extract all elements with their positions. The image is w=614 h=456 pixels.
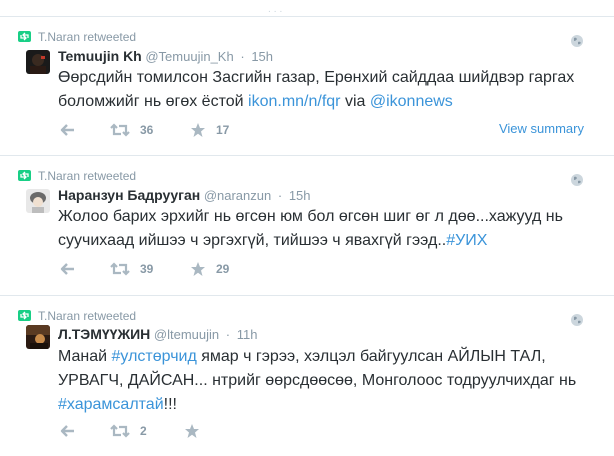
favorite-button[interactable]: 17	[190, 121, 229, 139]
separator-dot: ·	[225, 327, 231, 342]
retweet-icon	[110, 424, 130, 438]
reply-button[interactable]	[60, 422, 76, 440]
favorite-count: 17	[216, 123, 230, 137]
tweet-header: Наранзун Бадрууган @naranzun · 15h	[58, 187, 311, 203]
hashtag-link[interactable]: #УИХ	[446, 232, 487, 249]
retweet-context: T.Naran retweeted	[18, 169, 136, 183]
tweet-actions: 2	[58, 422, 598, 442]
retweet-icon	[110, 123, 130, 137]
reply-button[interactable]	[60, 121, 76, 139]
retweet-button[interactable]: 2	[110, 422, 147, 440]
favorite-count: 29	[216, 262, 230, 276]
url-link[interactable]: ikon.mn/n/fqr	[248, 93, 340, 110]
separator-dot: ·	[277, 188, 283, 203]
tweet-text-segment: !!!	[163, 396, 177, 413]
tweet-text-segment: Манай	[58, 348, 112, 365]
tweet-text: Манай #улстөрчид ямар ч гэрээ, хэлцэл ба…	[58, 345, 578, 417]
tweet[interactable]: T.Naran retweeted Наранзун Бадрууган @na…	[0, 156, 614, 296]
globe-icon	[571, 35, 583, 47]
timestamp[interactable]: 15h	[251, 49, 273, 64]
more-indicator: ...	[268, 4, 286, 15]
retweet-icon	[110, 262, 130, 276]
retweet-button[interactable]: 39	[110, 260, 153, 278]
author-handle[interactable]: @naranzun	[204, 188, 271, 203]
separator-dot: ·	[240, 49, 245, 64]
avatar[interactable]	[26, 325, 50, 349]
author-name[interactable]: Наранзун Бадрууган	[58, 187, 200, 203]
retweet-context-icon	[18, 170, 31, 181]
star-icon	[185, 424, 199, 438]
avatar[interactable]	[26, 50, 50, 74]
tweet[interactable]: T.Naran retweeted Л.ТЭМҮҮЖИН @ltemuujin …	[0, 296, 614, 456]
retweeted-by-label[interactable]: T.Naran retweeted	[38, 30, 136, 44]
author-name[interactable]: Л.ТЭМҮҮЖИН	[58, 326, 150, 342]
reply-icon	[60, 425, 74, 437]
tweet-header: Temuujin Kh @Temuujin_Kh · 15h	[58, 48, 273, 64]
author-handle[interactable]: @Temuujin_Kh	[145, 49, 233, 64]
avatar[interactable]	[26, 189, 50, 213]
star-icon	[191, 262, 205, 276]
author-name[interactable]: Temuujin Kh	[58, 48, 142, 64]
reply-button[interactable]	[60, 260, 76, 278]
favorite-button[interactable]	[184, 422, 200, 440]
reply-icon	[60, 263, 74, 275]
reply-icon	[60, 124, 74, 136]
author-handle[interactable]: @ltemuujin	[154, 327, 219, 342]
retweet-context-icon	[18, 31, 31, 42]
retweet-context: T.Naran retweeted	[18, 30, 136, 44]
tweet-actions: 36 17 View summary	[58, 121, 598, 141]
timestamp[interactable]: 11h	[237, 327, 258, 342]
timestamp[interactable]: 15h	[289, 188, 311, 203]
mention-link[interactable]: @ikonnews	[370, 93, 453, 110]
retweet-count: 36	[140, 123, 154, 137]
hashtag-link[interactable]: #улстөрчид	[112, 348, 197, 365]
retweet-context-icon	[18, 310, 31, 321]
retweeted-by-label[interactable]: T.Naran retweeted	[38, 309, 136, 323]
retweet-context: T.Naran retweeted	[18, 309, 136, 323]
tweet[interactable]: T.Naran retweeted Temuujin Kh @Temuujin_…	[0, 17, 614, 156]
globe-icon	[571, 174, 583, 186]
tweet-text-segment: via	[340, 93, 370, 110]
tweet-text: Өөрсдийн томилсон Засгийн газар, Ерөнхий…	[58, 66, 598, 114]
tweet-header: Л.ТЭМҮҮЖИН @ltemuujin · 11h	[58, 326, 257, 342]
tweet-actions: 39 29	[58, 260, 598, 280]
view-summary-link[interactable]: View summary	[499, 121, 584, 136]
retweet-count: 39	[140, 262, 154, 276]
star-icon	[191, 123, 205, 137]
hashtag-link[interactable]: #харамсалтай	[58, 396, 164, 413]
tweet-text: Жолоо барих эрхийг нь өгсөн юм бол өгсөн…	[58, 205, 598, 253]
timeline: ... T.Naran retweeted Temuujin Kh @Temuu…	[0, 0, 614, 456]
globe-icon	[571, 314, 583, 326]
retweeted-by-label[interactable]: T.Naran retweeted	[38, 169, 136, 183]
favorite-button[interactable]: 29	[190, 260, 229, 278]
retweet-button[interactable]: 36	[110, 121, 153, 139]
retweet-count: 2	[140, 424, 147, 438]
previous-tweet-footer: ...	[0, 0, 614, 17]
